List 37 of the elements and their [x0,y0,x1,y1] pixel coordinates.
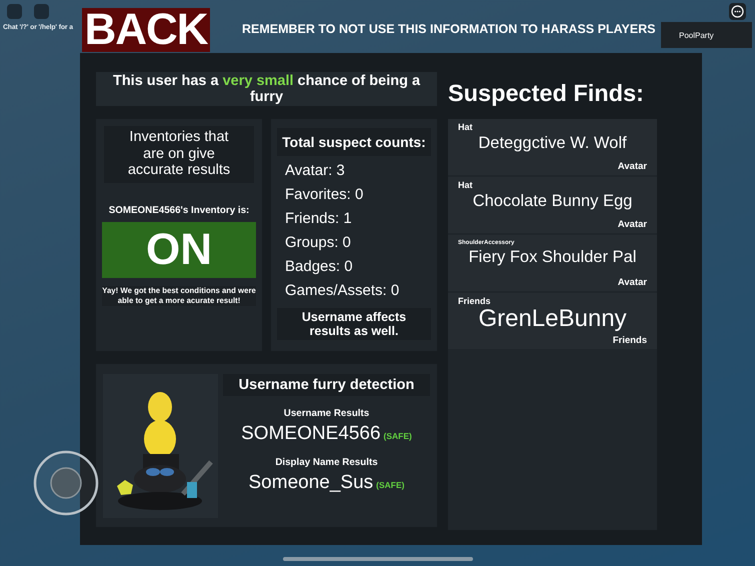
verdict-label: (SAFE) [384,431,412,441]
count-line: Avatar: 3 [285,161,346,180]
counts-title: Total suspect counts: [277,128,431,156]
back-button[interactable]: BACK [82,8,210,52]
server-label: PoolParty [661,22,752,48]
find-source: Avatar [616,219,647,230]
find-name: Fiery Fox Shoulder Pal [468,248,638,267]
finds-title: Suspected Finds: [448,78,645,108]
counts-footnote: Username affects results as well. [277,308,431,340]
find-source: Avatar [616,277,647,288]
find-category: Hat [458,180,474,190]
count-line: Badges: 0 [285,257,354,276]
find-category: Friends [458,296,492,306]
inventory-label: SOMEONE4566's Inventory is: [108,204,250,216]
result-name: SOMEONE4566 [241,423,381,445]
find-name: GrenLeBunny [477,306,628,332]
find-category: Hat [458,122,474,132]
find-source: Avatar [616,161,647,172]
count-line: Favorites: 0 [285,185,364,204]
more-icon[interactable] [729,3,746,20]
result-label: Display Name Results [275,457,378,468]
count-line: Games/Assets: 0 [285,281,400,300]
verdict-label: (SAFE) [376,480,404,490]
inventory-note: Inventories that are on give accurate results [104,126,254,182]
home-indicator[interactable] [283,557,473,561]
inventory-status: ON [102,222,256,278]
count-line: Friends: 1 [285,209,353,228]
find-name: Deteggctive W. Wolf [477,134,628,153]
result-label: Username Results [284,408,370,419]
find-source: Friends [612,335,647,346]
find-name: Chocolate Bunny Egg [472,192,634,211]
result-name: Someone_Sus [248,472,374,494]
chance-headline: This user has a very small chance of being a furry [96,72,437,106]
count-line: Groups: 0 [285,233,352,252]
warning-text: REMEMBER TO NOT USE THIS INFORMATION TO HARASS PLAYERS [242,22,656,36]
joystick[interactable] [33,450,99,516]
detection-title: Username furry detection [223,374,430,396]
